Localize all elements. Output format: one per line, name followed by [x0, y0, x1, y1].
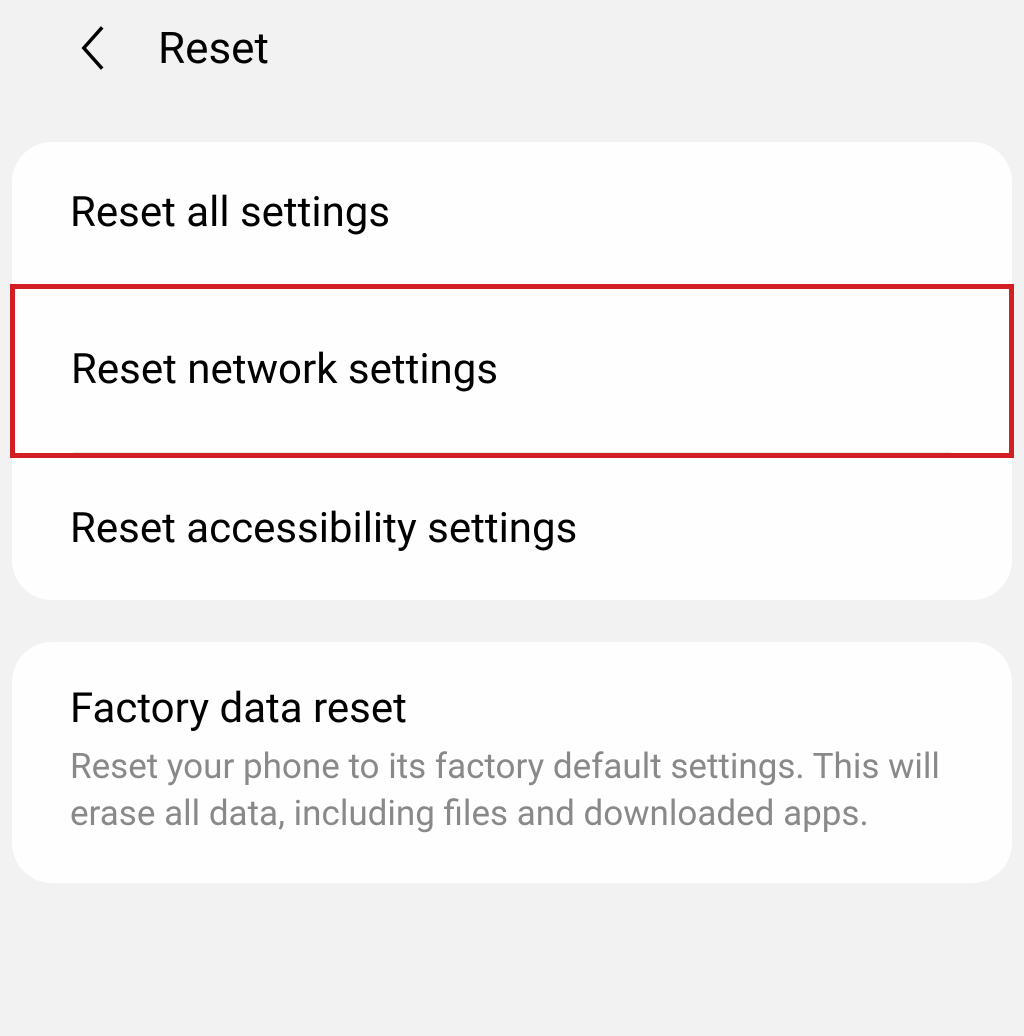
divider — [73, 452, 951, 453]
page-title: Reset — [158, 22, 269, 74]
reset-accessibility-settings-item[interactable]: Reset accessibility settings — [12, 458, 1012, 600]
reset-network-settings-item[interactable]: Reset network settings — [15, 289, 1009, 451]
content: Reset all settings Reset network setting… — [0, 96, 1024, 883]
menu-item-label: Reset network settings — [71, 345, 953, 395]
header: Reset — [0, 0, 1024, 96]
highlight-annotation: Reset network settings — [10, 284, 1014, 457]
menu-item-label: Reset accessibility settings — [70, 504, 954, 554]
factory-data-reset-item[interactable]: Factory data reset Reset your phone to i… — [12, 642, 1012, 883]
reset-all-settings-item[interactable]: Reset all settings — [12, 142, 1012, 284]
chevron-left-icon — [79, 25, 107, 71]
menu-item-label: Reset all settings — [70, 188, 954, 238]
settings-group-2: Factory data reset Reset your phone to i… — [12, 642, 1012, 883]
back-button[interactable] — [68, 23, 118, 73]
menu-item-subtitle: Reset your phone to its factory default … — [70, 743, 954, 838]
settings-group-1: Reset all settings Reset network setting… — [12, 142, 1012, 600]
menu-item-label: Factory data reset — [70, 684, 954, 734]
